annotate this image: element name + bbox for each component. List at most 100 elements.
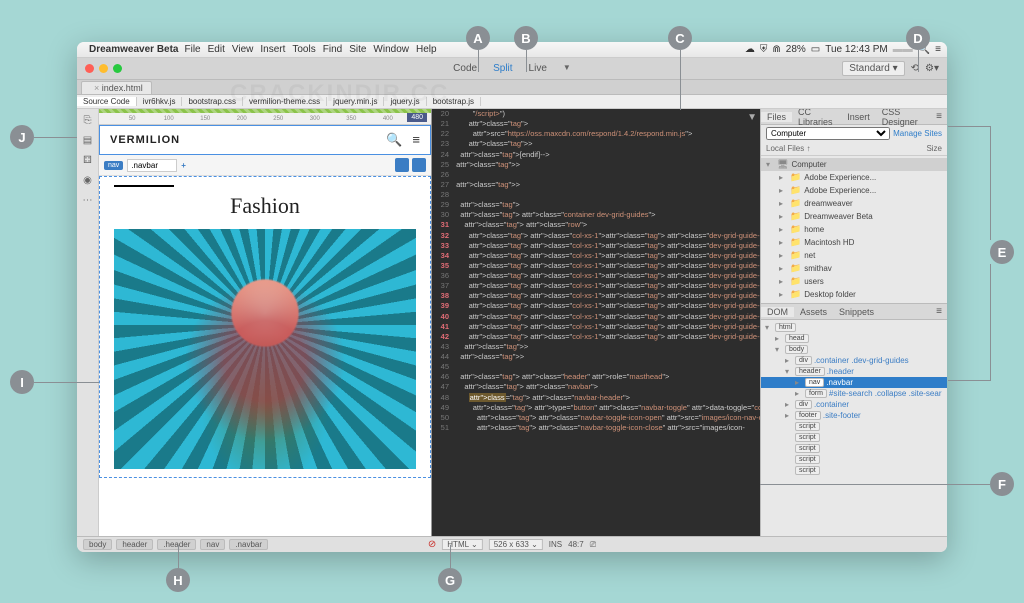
dom-node[interactable]: ▸form #site-search .collapse .site-sear <box>761 388 947 399</box>
dom-node[interactable]: script <box>761 432 947 443</box>
dom-node[interactable]: ▸nav .navbar <box>761 377 947 388</box>
menu-file[interactable]: File <box>185 44 201 55</box>
dom-node[interactable]: ▸div .container <box>761 399 947 410</box>
dom-node[interactable]: script <box>761 465 947 476</box>
dom-node[interactable]: ▾html <box>761 322 947 333</box>
code-line[interactable]: 48 attr">class="tag"> attr">class="navba… <box>432 393 760 403</box>
breadcrumb[interactable]: header <box>116 539 153 550</box>
battery-icon[interactable]: ▭ <box>811 44 820 55</box>
dom-node[interactable]: script <box>761 443 947 454</box>
site-dropdown[interactable]: Computer <box>766 127 890 140</box>
dom-node[interactable]: ▾body <box>761 344 947 355</box>
code-line[interactable]: 47 attr">class="tag"> attr">class="navba… <box>432 382 760 392</box>
dom-node[interactable]: ▾header .header <box>761 366 947 377</box>
breadcrumb[interactable]: .header <box>157 539 196 550</box>
tab-insert[interactable]: Insert <box>841 112 876 122</box>
code-line[interactable]: 26 <box>432 170 760 180</box>
wifi-icon[interactable]: ⋒ <box>772 44 780 55</box>
view-live-dropdown-icon[interactable]: ▼ <box>556 61 578 76</box>
doctype-dropdown[interactable]: HTML ⌄ <box>442 539 482 550</box>
code-line[interactable]: 27 attr">class="tag">> <box>432 180 760 190</box>
related-file[interactable]: jquery.js <box>384 97 426 106</box>
code-line[interactable]: 20 "/script>") <box>432 109 760 119</box>
cloud-icon[interactable]: ☁ <box>745 44 755 55</box>
live-options-icon[interactable]: ⚃ <box>81 153 95 167</box>
dom-node[interactable]: script <box>761 421 947 432</box>
insert-mode[interactable]: INS <box>549 540 562 549</box>
menu-tools[interactable]: Tools <box>292 44 315 55</box>
code-line[interactable]: 21 attr">class="tag"> <box>432 119 760 129</box>
code-line[interactable]: 34 attr">class="tag"> attr">class="col-x… <box>432 251 760 261</box>
dots-icon[interactable]: ⋯ <box>81 193 95 207</box>
layout-icon[interactable] <box>412 158 426 172</box>
panel-menu-icon[interactable]: ≡ <box>930 306 947 317</box>
related-file[interactable]: vermilion-theme.css <box>243 97 327 106</box>
live-header-nav[interactable]: VERMILION 🔍 ≡ <box>99 125 431 155</box>
file-tree-item[interactable]: ▸📁net <box>761 249 947 262</box>
menubar-icon[interactable]: ≡ <box>935 44 941 55</box>
code-line[interactable]: 51 attr">class="tag"> attr">class="navba… <box>432 423 760 433</box>
related-file[interactable]: bootstrap.js <box>427 97 481 106</box>
tab-dom[interactable]: DOM <box>761 307 794 317</box>
dom-node[interactable]: script <box>761 454 947 465</box>
error-icon[interactable]: ⊘ <box>428 539 436 550</box>
menu-view[interactable]: View <box>232 44 254 55</box>
code-line[interactable]: 46 attr">class="tag"> attr">class="heade… <box>432 372 760 382</box>
file-tree-item[interactable]: ▸📁Desktop folder <box>761 288 947 301</box>
document-tab[interactable]: × index.html <box>81 81 152 94</box>
menu-site[interactable]: Site <box>349 44 366 55</box>
file-tree-item[interactable]: ▸📁Adobe Experience... <box>761 171 947 184</box>
dom-node[interactable]: ▸head <box>761 333 947 344</box>
format-icon[interactable] <box>395 158 409 172</box>
file-tree-item[interactable]: ▸📁home <box>761 223 947 236</box>
code-line[interactable]: 42 attr">class="tag"> attr">class="col-x… <box>432 332 760 342</box>
menu-edit[interactable]: Edit <box>208 44 225 55</box>
minimize-button[interactable] <box>99 64 108 73</box>
code-pane[interactable]: ▼ 20 "/script>")21 attr">class="tag">22 … <box>432 109 760 536</box>
element-selector-input[interactable] <box>127 159 177 172</box>
code-line[interactable]: 22 attr">src="https://oss.maxcdn.com/res… <box>432 129 760 139</box>
col-size[interactable]: Size <box>926 144 942 153</box>
tab-css[interactable]: CSS Designer <box>876 109 930 127</box>
file-tree-item[interactable]: ▸📁smithav <box>761 262 947 275</box>
related-source[interactable]: Source Code <box>77 97 137 106</box>
workspace-dropdown[interactable]: Standard ▾ <box>842 61 904 76</box>
code-line[interactable]: 28 <box>432 190 760 200</box>
inspect-icon[interactable]: ◉ <box>81 173 95 187</box>
file-tree-item[interactable]: ▸📁Dreamweaver Beta <box>761 210 947 223</box>
menu-window[interactable]: Window <box>373 44 409 55</box>
code-line[interactable]: 35 attr">class="tag"> attr">class="col-x… <box>432 261 760 271</box>
code-line[interactable]: 31 attr">class="tag"> attr">class="row"> <box>432 220 760 230</box>
close-icon[interactable]: × <box>94 83 99 93</box>
code-line[interactable]: 45 <box>432 362 760 372</box>
code-line[interactable]: 38 attr">class="tag"> attr">class="col-x… <box>432 291 760 301</box>
expand-icon[interactable]: ▤ <box>81 133 95 147</box>
gear-icon[interactable]: ⚙▾ <box>925 63 939 74</box>
code-line[interactable]: 25 attr">class="tag">> <box>432 160 760 170</box>
related-file[interactable]: jquery.min.js <box>327 97 384 106</box>
file-manage-icon[interactable]: ⎘ <box>81 113 95 127</box>
file-tree-item[interactable]: ▸📁dreamweaver <box>761 197 947 210</box>
viewport-width-badge[interactable]: 480 <box>407 113 427 122</box>
code-line[interactable]: 37 attr">class="tag"> attr">class="col-x… <box>432 281 760 291</box>
dimensions-dropdown[interactable]: 526 x 633 ⌄ <box>489 539 543 550</box>
code-line[interactable]: 33 attr">class="tag"> attr">class="col-x… <box>432 241 760 251</box>
manage-sites-link[interactable]: Manage Sites <box>893 129 942 138</box>
clock[interactable]: Tue 12:43 PM <box>825 44 887 55</box>
code-line[interactable]: 23 attr">class="tag">> <box>432 139 760 149</box>
tab-cc[interactable]: CC Libraries <box>792 109 841 127</box>
hamburger-icon[interactable]: ≡ <box>412 132 420 148</box>
code-line[interactable]: 32 attr">class="tag"> attr">class="col-x… <box>432 231 760 241</box>
code-line[interactable]: 40 attr">class="tag"> attr">class="col-x… <box>432 312 760 322</box>
code-line[interactable]: 50 attr">class="tag"> attr">class="navba… <box>432 413 760 423</box>
related-file[interactable]: ivr6hkv.js <box>137 97 183 106</box>
app-name[interactable]: Dreamweaver Beta <box>89 44 179 55</box>
code-line[interactable]: 36 attr">class="tag"> attr">class="col-x… <box>432 271 760 281</box>
shield-icon[interactable]: ⛨ <box>760 44 768 55</box>
code-line[interactable]: 39 attr">class="tag"> attr">class="col-x… <box>432 301 760 311</box>
element-tag-badge[interactable]: nav <box>104 161 123 170</box>
zoom-button[interactable] <box>113 64 122 73</box>
preview-icon[interactable]: ⎚ <box>590 540 596 550</box>
menu-insert[interactable]: Insert <box>260 44 285 55</box>
live-content[interactable]: Fashion <box>99 176 431 478</box>
